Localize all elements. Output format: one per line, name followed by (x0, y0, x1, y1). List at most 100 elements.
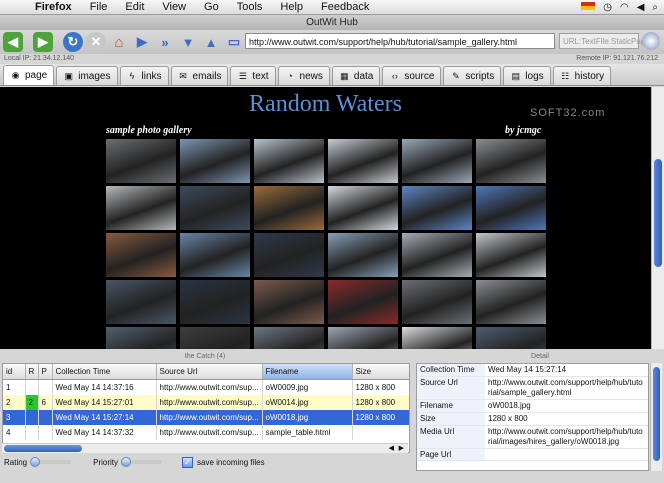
tab-text[interactable]: ☰ text (230, 66, 276, 85)
gallery-thumbnail[interactable] (254, 139, 324, 183)
tab-history[interactable]: ☷ history (552, 66, 612, 85)
gallery-thumbnail[interactable] (328, 327, 398, 349)
page-scroll-thumb[interactable] (654, 159, 662, 267)
gallery-thumbnail[interactable] (254, 280, 324, 324)
gallery-thumbnail[interactable] (402, 233, 472, 277)
menu-feedback[interactable]: Feedback (312, 1, 378, 13)
tab-source[interactable]: ‹› source (382, 66, 442, 85)
window-icon[interactable]: ▭ (224, 32, 244, 52)
tab-page[interactable]: ◉ page (3, 65, 55, 85)
scroll-right-icon[interactable]: ▶ (399, 444, 404, 452)
fast-forward-icon[interactable]: » (155, 32, 175, 52)
priority-slider-knob[interactable] (121, 457, 132, 467)
wifi-icon[interactable]: ◠ (620, 2, 629, 13)
save-incoming-checkbox[interactable]: ✓ (182, 456, 194, 468)
next-page-icon[interactable]: ▶ (132, 32, 152, 52)
gallery-thumbnail[interactable] (402, 327, 472, 349)
gallery-thumbnail[interactable] (254, 233, 324, 277)
back-icon[interactable]: ◀ (3, 32, 23, 52)
menu-edit[interactable]: Edit (116, 1, 153, 13)
gallery-thumbnail[interactable] (180, 186, 250, 230)
outwit-logo-icon[interactable] (642, 32, 660, 50)
table-row[interactable]: 2 2 6 Wed May 14 15:27:01 http://www.outwit.… (3, 395, 409, 410)
rss-icon: ◔ (287, 71, 293, 81)
watermark: SOFT32.com (530, 107, 606, 119)
table-row[interactable]: 1 Wed May 14 14:37:16 http://www.outwit.co… (3, 379, 409, 395)
home-icon[interactable]: ⌂ (109, 32, 129, 52)
menu-help[interactable]: Help (271, 1, 312, 13)
down-icon[interactable]: ▼ (178, 32, 198, 52)
rating-label: Rating (4, 457, 28, 467)
stop-icon[interactable]: ✕ (86, 32, 106, 52)
gallery-thumbnail[interactable] (180, 233, 250, 277)
gallery-thumbnail[interactable] (402, 280, 472, 324)
gallery-thumbnail[interactable] (106, 280, 176, 324)
gallery-thumbnail[interactable] (402, 186, 472, 230)
tab-data[interactable]: ▦ data (331, 66, 381, 85)
search-icon[interactable]: ⌕ (652, 2, 658, 13)
gallery-thumbnail[interactable] (476, 327, 546, 349)
gallery-thumbnail[interactable] (402, 139, 472, 183)
table-row[interactable]: 3 Wed May 14 15:27:14 http://www.outwit.co… (3, 410, 409, 425)
cell-id: 2 (3, 395, 26, 410)
volume-icon[interactable]: ◀ (637, 2, 645, 13)
gallery-thumbnail[interactable] (476, 139, 546, 183)
column-header-filename[interactable]: Filename (262, 364, 353, 380)
table-row[interactable]: 4 Wed May 14 14:37:32 http://www.outwit.co… (3, 425, 409, 440)
tab-label: news (299, 70, 323, 82)
tab-images[interactable]: ▣ images (56, 66, 118, 85)
menu-go[interactable]: Go (195, 1, 228, 13)
gallery-thumbnail[interactable] (254, 186, 324, 230)
scroll-left-icon[interactable]: ◀ (389, 444, 394, 452)
catch-horizontal-scrollbar[interactable]: ◀ ▶ (2, 443, 408, 453)
tab-news[interactable]: ◔ news (277, 66, 330, 85)
gallery-thumbnail[interactable] (328, 139, 398, 183)
menu-view[interactable]: View (153, 1, 195, 13)
page-view[interactable]: Random Waters SOFT32.com sample photo ga… (0, 87, 651, 349)
column-header-r[interactable]: R (25, 364, 39, 380)
gallery-thumbnail[interactable] (180, 327, 250, 349)
gallery-thumbnail[interactable] (476, 186, 546, 230)
detail-value: http://www.outwit.com/support/help/hub/t… (488, 427, 643, 446)
gallery-thumbnail[interactable] (254, 327, 324, 349)
gallery-thumbnail[interactable] (106, 233, 176, 277)
url-input[interactable]: http://www.outwit.com/support/help/hub/t… (245, 33, 555, 49)
flag-icon[interactable] (581, 1, 596, 10)
page-scrollbar[interactable] (651, 87, 664, 349)
column-header-id[interactable]: id (3, 364, 26, 380)
column-header-collection-time[interactable]: Collection Time (52, 364, 157, 380)
tab-links[interactable]: ϟ links (119, 66, 169, 85)
rating-slider-knob[interactable] (30, 457, 41, 467)
detail-value: 1280 x 800 (488, 414, 528, 423)
detail-value: http://www.outwit.com/support/help/hub/t… (488, 378, 643, 397)
column-header-size[interactable]: Size (352, 364, 409, 380)
column-header-p[interactable]: P (38, 364, 53, 380)
tab-scripts[interactable]: ✎ scripts (443, 66, 502, 85)
gallery-thumbnail[interactable] (476, 233, 546, 277)
catch-scroll-thumb[interactable] (4, 445, 82, 452)
gallery-thumbnail[interactable] (476, 280, 546, 324)
gallery-thumbnail[interactable] (328, 233, 398, 277)
menu-firefox[interactable]: Firefox (26, 1, 81, 13)
column-header-source-url[interactable]: Source Url (156, 364, 263, 380)
rating-slider[interactable] (30, 457, 72, 467)
clock-icon[interactable]: ◷ (603, 2, 612, 13)
reload-icon[interactable]: ↻ (63, 32, 83, 52)
priority-slider[interactable] (121, 457, 163, 467)
menu-file[interactable]: File (81, 1, 117, 13)
gallery-thumbnail[interactable] (180, 280, 250, 324)
gallery-thumbnail[interactable] (328, 280, 398, 324)
forward-icon[interactable]: ▶ (33, 32, 53, 52)
tab-logs[interactable]: ▤ logs (503, 66, 551, 85)
gallery-thumbnail[interactable] (106, 139, 176, 183)
gallery-thumbnail[interactable] (180, 139, 250, 183)
gallery-thumbnail[interactable] (328, 186, 398, 230)
gallery-thumbnail[interactable] (106, 327, 176, 349)
up-icon[interactable]: ▲ (201, 32, 221, 52)
menu-tools[interactable]: Tools (228, 1, 272, 13)
detail-scrollbar[interactable] (650, 363, 662, 471)
detail-row: Page Url (417, 449, 648, 461)
detail-scroll-thumb[interactable] (653, 367, 660, 461)
gallery-thumbnail[interactable] (106, 186, 176, 230)
tab-emails[interactable]: ✉ emails (170, 66, 229, 85)
